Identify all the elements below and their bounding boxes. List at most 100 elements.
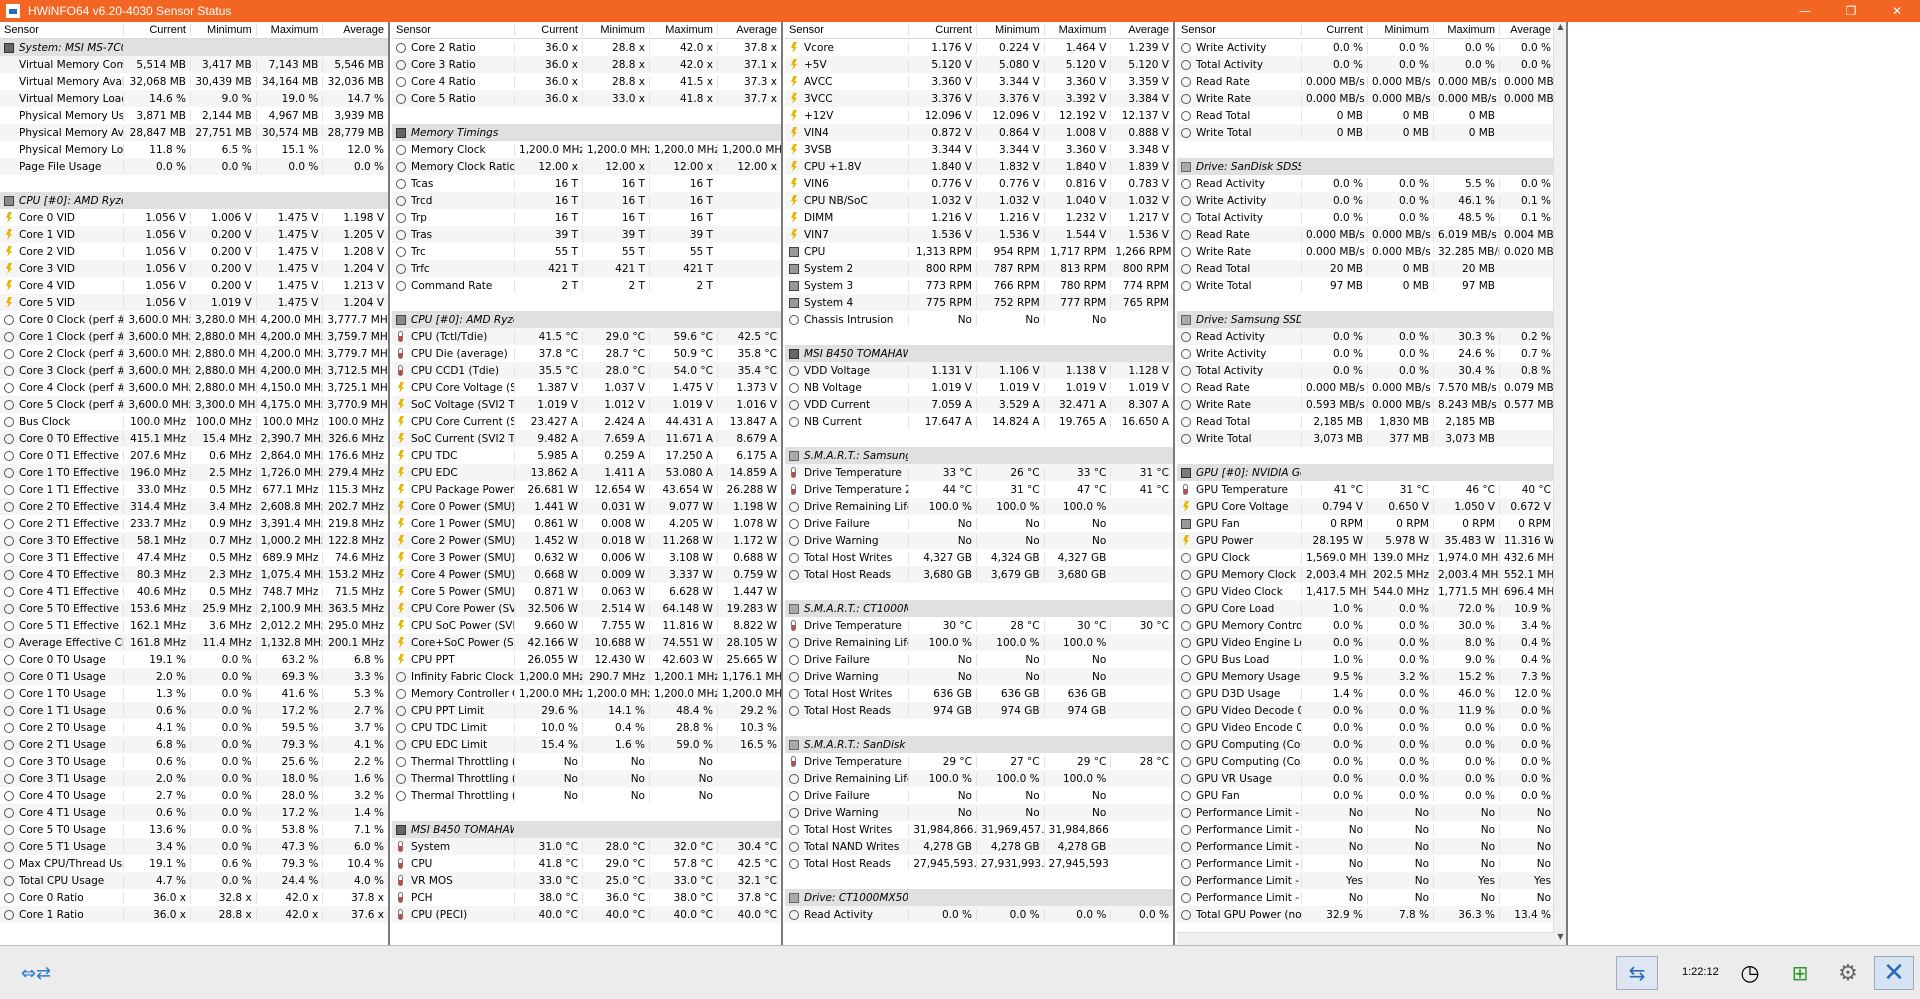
column-header-current[interactable]: Current [123,24,190,36]
sensor-group-header[interactable]: Drive: Samsung SSD 97... [1177,311,1566,328]
sensor-row[interactable]: Infinity Fabric Clock (FCLK)1,200.0 MHz2… [392,668,781,685]
sensor-row[interactable]: Core 5 T0 Usage 13.6 % 0.0 % 53.8 % 7.1 % [0,821,388,838]
sensor-row[interactable]: Trfc 421 T 421 T 421 T [392,260,781,277]
close-window-button[interactable]: ✕ [1874,0,1920,22]
sensor-row[interactable]: Total Host Reads 974 GB 974 GB 974 GB [785,702,1173,719]
sensor-row[interactable]: Performance Limit - Reli...NoNoNoNo [1177,838,1566,855]
sensor-row[interactable]: GPU Fan 0.0 % 0.0 % 0.0 % 0.0 % [1177,787,1566,804]
sensor-row[interactable]: CPU EDC Limit 15.4 % 1.6 % 59.0 % 16.5 % [392,736,781,753]
sensor-row[interactable]: Drive Remaining Life 100.0 % 100.0 % 100.0 … [785,498,1173,515]
sensor-row[interactable]: Drive Warning No No No [785,532,1173,549]
sensor-row[interactable]: GPU Clock 1,569.0 MHz 139.0 MHz 1,974.0 MHz… [1177,549,1566,566]
sensor-row[interactable]: Core 4 T1 Effective Clock40.6 MHz0.5 MHz… [0,583,388,600]
sensor-row[interactable]: Max CPU/Thread Usage19.1 %0.6 %79.3 %10.… [0,855,388,872]
sensor-row[interactable]: Core 2 Clock (perf #1/2)3,600.0 MHz2,880… [0,345,388,362]
sensor-row[interactable]: GPU Memory Usage 9.5 % 3.2 % 15.2 % 7.3 % [1177,668,1566,685]
sensor-row[interactable]: Performance Limit - Ther...NoNoNoNo [1177,821,1566,838]
sensor-row[interactable]: Write Total 3,073 MB 377 MB 3,073 MB [1177,430,1566,447]
horizontal-scrollbar[interactable] [1177,932,1555,945]
sensor-row[interactable]: Total Host Writes31,984,866...31,969,457… [785,821,1173,838]
sensor-row[interactable]: System 31.0 °C 28.0 °C 32.0 °C 30.4 °C [392,838,781,855]
sensor-row[interactable]: GPU Bus Load 1.0 % 0.0 % 9.0 % 0.4 % [1177,651,1566,668]
sensor-row[interactable]: Core 3 Ratio 36.0 x 28.8 x 42.0 x 37.1 x [392,56,781,73]
sensor-row[interactable]: Vcore 1.176 V 0.224 V 1.464 V 1.239 V [785,39,1173,56]
sensor-row[interactable]: Thermal Throttling (PRO...NoNoNo [392,770,781,787]
column-header-minimum[interactable]: Minimum [975,24,1044,36]
sensor-row[interactable]: Core 1 Ratio 36.0 x 28.8 x 42.0 x 37.6 x [0,906,388,923]
sensor-row[interactable]: Physical Memory Load11.8 %6.5 %15.1 %12.… [0,141,388,158]
sensor-row[interactable]: SoC Voltage (SVI2 TFN)1.019 V1.012 V1.01… [392,396,781,413]
sensor-row[interactable]: GPU VR Usage 0.0 % 0.0 % 0.0 % 0.0 % [1177,770,1566,787]
sensor-row[interactable]: Tras 39 T 39 T 39 T [392,226,781,243]
sensor-row[interactable]: Core 3 T0 Usage 0.6 % 0.0 % 25.6 % 2.2 % [0,753,388,770]
sensor-row[interactable]: System 3 773 RPM 766 RPM 780 RPM 774 RPM [785,277,1173,294]
sensor-row[interactable]: Core 0 T1 Usage 2.0 % 0.0 % 69.3 % 3.3 % [0,668,388,685]
sensor-row[interactable]: Core 2 Power (SMU) 1.452 W 0.018 W 11.268 W… [392,532,781,549]
sensor-row[interactable]: Read Total 2,185 MB 1,830 MB 2,185 MB [1177,413,1566,430]
sensor-row[interactable]: GPU Core Load 1.0 % 0.0 % 72.0 % 10.9 % [1177,600,1566,617]
sensor-row[interactable]: Drive Failure No No No [785,515,1173,532]
sensor-row[interactable]: Core 3 T0 Effective Clock58.1 MHz0.7 MHz… [0,532,388,549]
sensor-row[interactable]: Read Rate 0.000 MB/s 0.000 MB/s 0.000 MB/s 0… [1177,73,1566,90]
sensor-row[interactable]: Drive Remaining Life 100.0 % 100.0 % 100.0 … [785,770,1173,787]
sensor-row[interactable]: GPU Video Clock 1,417.5 MHz 544.0 MHz 1,771… [1177,583,1566,600]
sensor-row[interactable]: CPU Core Power (SVI2 T...32.506 W2.514 W… [392,600,781,617]
sensor-row[interactable]: GPU D3D Usage 1.4 % 0.0 % 46.0 % 12.0 % [1177,685,1566,702]
sensor-row[interactable]: CPU Core Voltage (SVI2 ...1.387 V1.037 V… [392,379,781,396]
sensor-row[interactable]: Read Total 0 MB 0 MB 0 MB [1177,107,1566,124]
sensor-row[interactable]: System 2 800 RPM 787 RPM 813 RPM 800 RPM [785,260,1173,277]
sensor-row[interactable]: Read Rate 0.000 MB/s 0.000 MB/s 7.570 MB/s 0… [1177,379,1566,396]
sensor-row[interactable]: Core 5 Clock (perf #5/5)3,600.0 MHz3,300… [0,396,388,413]
sensor-row[interactable]: Drive Failure No No No [785,787,1173,804]
sensor-row[interactable]: Total Activity 0.0 % 0.0 % 48.5 % 0.1 % [1177,209,1566,226]
column-header-sensor[interactable]: Sensor [0,24,123,36]
sensor-row[interactable]: Core 1 Clock (perf #2/3)3,600.0 MHz2,880… [0,328,388,345]
sensor-row[interactable]: Trcd 16 T 16 T 16 T [392,192,781,209]
sensor-row[interactable]: CPU Package Power (SMU)26.681 W12.654 W4… [392,481,781,498]
sensor-row[interactable]: GPU Fan 0 RPM 0 RPM 0 RPM 0 RPM [1177,515,1566,532]
sensor-row[interactable]: Core 5 T0 Effective Clock153.6 MHz25.9 M… [0,600,388,617]
column-header-maximum[interactable]: Maximum [1043,24,1111,36]
sensor-row[interactable]: GPU Computing (Compu...0.0 %0.0 %0.0 %0.… [1177,753,1566,770]
sensor-row[interactable]: Total Host Reads 3,680 GB 3,679 GB 3,680 GB [785,566,1173,583]
sensor-row[interactable]: GPU Memory Controller ...0.0 %0.0 %30.0 … [1177,617,1566,634]
sensor-row[interactable]: Core 0 T0 Usage 19.1 % 0.0 % 63.2 % 6.8 % [0,651,388,668]
sensor-row[interactable]: Core 4 Clock (perf #4/6)3,600.0 MHz2,880… [0,379,388,396]
network-sharing-button[interactable]: ⇆ [1616,956,1658,990]
column-header-minimum[interactable]: Minimum [1367,24,1433,36]
sensor-row[interactable]: Drive Temperature 33 °C 26 °C 33 °C 31 °C [785,464,1173,481]
sensor-row[interactable]: Write Activity 0.0 % 0.0 % 0.0 % 0.0 % [1177,39,1566,56]
sensor-row[interactable]: 3VSB 3.344 V 3.344 V 3.360 V 3.348 V [785,141,1173,158]
sensor-row[interactable]: CPU Core Current (SVI2...23.427 A2.424 A… [392,413,781,430]
sensor-group-header[interactable]: GPU [#0]: NVIDIA GeFo... [1177,464,1566,481]
sensor-row[interactable]: Total NAND Writes 4,278 GB 4,278 GB 4,278 G… [785,838,1173,855]
sensor-row[interactable]: GPU Video Decode 0 Us...0.0 %0.0 %11.9 %… [1177,702,1566,719]
sensor-row[interactable]: PCH 38.0 °C 36.0 °C 38.0 °C 37.8 °C [392,889,781,906]
sensor-row[interactable]: SoC Current (SVI2 TFN)9.482 A7.659 A11.6… [392,430,781,447]
sensor-row[interactable]: Core 0 Power (SMU) 1.441 W 0.031 W 9.077 W1… [392,498,781,515]
sensor-row[interactable]: CPU (PECI) 40.0 °C 40.0 °C 40.0 °C 40.0 °C [392,906,781,923]
sensor-row[interactable]: Write Total 0 MB 0 MB 0 MB [1177,124,1566,141]
sensor-row[interactable]: Read Activity 0.0 % 0.0 % 0.0 % 0.0 % [785,906,1173,923]
column-header-average[interactable]: Average [322,24,388,36]
sensor-row[interactable]: Core 5 VID 1.056 V 1.019 V 1.475 V 1.204 V [0,294,388,311]
sensor-row[interactable]: Total Host Reads27,945,593...27,931,993.… [785,855,1173,872]
sensor-row[interactable]: Core 1 Power (SMU) 0.861 W 0.008 W 4.205 W1… [392,515,781,532]
sensor-row[interactable]: Write Rate 0.000 MB/s 0.000 MB/s 0.000 MB/s… [1177,90,1566,107]
sensor-row[interactable]: Core 2 T1 Usage 6.8 % 0.0 % 79.3 % 4.1 % [0,736,388,753]
sensor-group-header[interactable]: S.M.A.R.T.: SanDisk SD... [785,736,1173,753]
sensor-row[interactable]: Total CPU Usage 4.7 % 0.0 % 24.4 % 4.0 % [0,872,388,889]
sensor-row[interactable]: Physical Memory Available28,847 MB27,751… [0,124,388,141]
sensor-group-header[interactable]: MSI B450 TOMAHAWK ... [785,345,1173,362]
column-header-sensor[interactable]: Sensor [785,24,908,36]
sensor-row[interactable]: VR MOS 33.0 °C 25.0 °C 33.0 °C 32.1 °C [392,872,781,889]
sensor-row[interactable]: Write Activity 0.0 % 0.0 % 24.6 % 0.7 % [1177,345,1566,362]
sensor-row[interactable]: Total GPU Power (norma...32.9 %7.8 %36.3… [1177,906,1566,923]
sensor-row[interactable]: CPU +1.8V 1.840 V 1.832 V 1.840 V 1.839 V [785,158,1173,175]
collapse-panels-icon[interactable]: ⇄ [36,963,51,984]
sensor-group-header[interactable]: System: MSI MS-7C02 [0,39,388,56]
sensor-row[interactable]: VDD Voltage 1.131 V 1.106 V 1.138 V 1.128 V [785,362,1173,379]
sensor-row[interactable]: AVCC 3.360 V 3.344 V 3.360 V 3.359 V [785,73,1173,90]
sensor-row[interactable]: Drive Warning No No No [785,804,1173,821]
column-header-current[interactable]: Current [514,24,582,36]
